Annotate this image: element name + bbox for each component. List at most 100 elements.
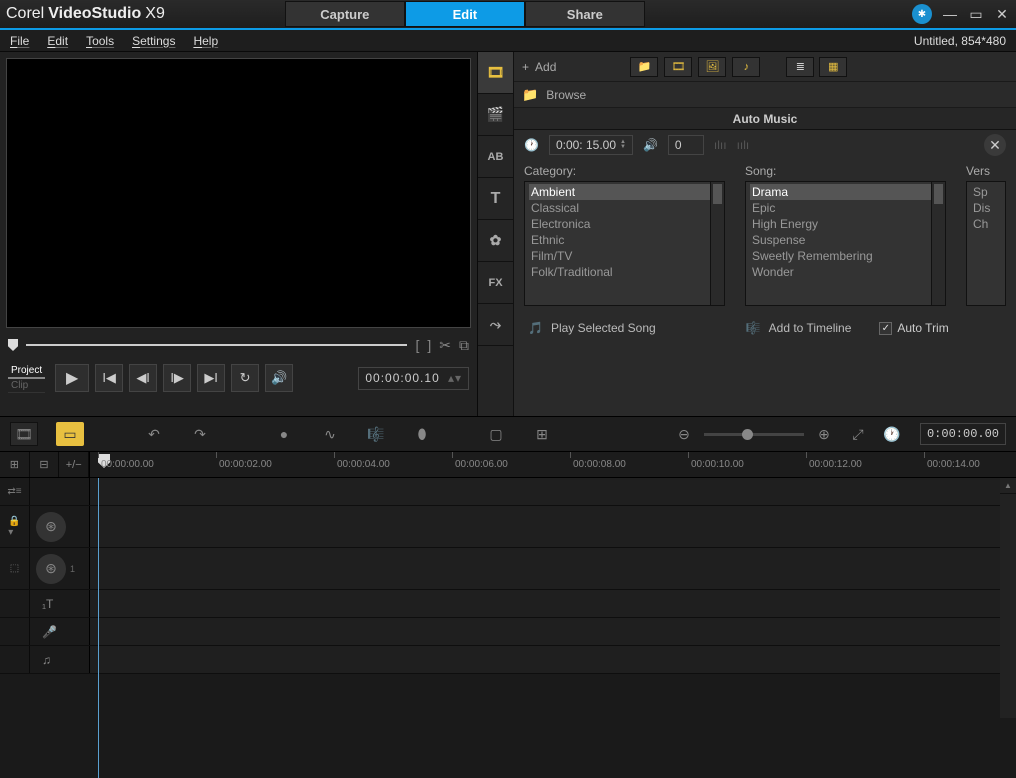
video-track-tools[interactable]: 🔒▾ xyxy=(0,506,30,547)
list-item[interactable]: Classical xyxy=(529,200,720,216)
scrollbar[interactable] xyxy=(710,182,724,305)
filter-audio-icon[interactable]: ♪ xyxy=(732,57,760,77)
list-item[interactable]: High Energy xyxy=(750,216,941,232)
next-frame-button[interactable]: I▶ xyxy=(163,364,191,392)
timeline-view-icon[interactable]: ▭ xyxy=(56,422,84,446)
view-list-icon[interactable]: ≣ xyxy=(786,57,814,77)
toggle-all-tracks-icon[interactable]: ⊞ xyxy=(0,452,30,477)
tracks-scrollbar[interactable]: ▲ xyxy=(1000,478,1016,718)
duration-field[interactable]: 0:00: 15.00▲▼ xyxy=(549,135,633,155)
cut-icon[interactable]: ✂ xyxy=(439,337,451,354)
video-track-icon[interactable]: ⊛ xyxy=(36,512,66,542)
list-item[interactable]: Dis xyxy=(971,200,1001,216)
scroll-up-icon[interactable]: ▲ xyxy=(1000,478,1016,494)
list-item[interactable]: Ch xyxy=(971,216,1001,232)
tab-title-icon[interactable]: T xyxy=(478,178,513,220)
fit-project-icon[interactable]: ⤢ xyxy=(844,422,872,446)
end-button[interactable]: ▶I xyxy=(197,364,225,392)
tab-capture[interactable]: Capture xyxy=(285,1,405,27)
title-track[interactable] xyxy=(90,590,1016,617)
list-item[interactable]: Sp xyxy=(971,184,1001,200)
list-item[interactable]: Sweetly Remembering xyxy=(750,248,941,264)
marker-track[interactable] xyxy=(90,478,1016,505)
add-button[interactable]: +Add xyxy=(522,60,556,74)
tab-media-icon[interactable]: 🎞 xyxy=(478,52,513,94)
menu-settings[interactable]: Settings xyxy=(132,34,175,48)
menu-tools[interactable]: Tools xyxy=(86,34,114,48)
folder-icon[interactable]: 📁 xyxy=(630,57,658,77)
folder-tab-icon[interactable]: 📁 xyxy=(522,87,538,103)
multicam-icon[interactable]: ⊞ xyxy=(528,422,556,446)
record-icon[interactable]: ● xyxy=(270,422,298,446)
close-panel-icon[interactable]: ✕ xyxy=(984,134,1006,156)
menu-file[interactable]: File xyxy=(10,34,29,48)
scrub-marker-icon[interactable] xyxy=(8,339,18,351)
repeat-button[interactable]: ↻ xyxy=(231,364,259,392)
filter-photo-icon[interactable]: 🖼 xyxy=(698,57,726,77)
view-grid-icon[interactable]: ▦ xyxy=(819,57,847,77)
timeline-timecode[interactable]: 0:00:00.00 xyxy=(920,423,1006,445)
list-item[interactable]: Suspense xyxy=(750,232,941,248)
list-item[interactable]: Drama xyxy=(750,184,941,200)
title-track-icon[interactable]: ₁T xyxy=(42,597,53,611)
tab-filter-icon[interactable]: FX xyxy=(478,262,513,304)
voice-track[interactable] xyxy=(90,618,1016,645)
overlay-track[interactable] xyxy=(90,548,1016,589)
maximize-button[interactable]: ▭ xyxy=(968,6,984,22)
list-item[interactable]: Ambient xyxy=(529,184,720,200)
tab-path-icon[interactable]: ⤳ xyxy=(478,304,513,346)
list-item[interactable]: Film/TV xyxy=(529,248,720,264)
volume-field[interactable]: 0 xyxy=(668,135,704,155)
redo-icon[interactable]: ↷ xyxy=(186,422,214,446)
fade-out-icon[interactable]: ıılı xyxy=(737,138,750,152)
video-track[interactable] xyxy=(90,506,1016,547)
filter-video-icon[interactable]: 🎞 xyxy=(664,57,692,77)
sound-mixer-icon[interactable]: ∿ xyxy=(316,422,344,446)
zoom-slider[interactable] xyxy=(704,433,804,436)
undo-icon[interactable]: ↶ xyxy=(140,422,168,446)
zoom-in-icon[interactable]: ⊕ xyxy=(810,422,838,446)
category-list[interactable]: AmbientClassicalElectronicaEthnicFilm/TV… xyxy=(524,181,725,306)
play-selected-button[interactable]: 🎵Play Selected Song xyxy=(528,321,656,335)
enlarge-icon[interactable]: ⧉ xyxy=(459,337,469,354)
track-manager-icon[interactable]: ⊟ xyxy=(30,452,60,477)
overlay-track-tools[interactable]: ⬚ xyxy=(0,548,30,589)
project-duration-icon[interactable]: 🕐 xyxy=(878,422,906,446)
volume-button[interactable]: 🔊 xyxy=(265,364,293,392)
playback-mode[interactable]: Project Clip xyxy=(8,364,45,393)
auto-music-icon[interactable]: 🎼 xyxy=(362,422,390,446)
voice-track-icon[interactable]: 🎤 xyxy=(42,625,57,639)
mark-out-icon[interactable]: ] xyxy=(427,337,431,354)
preview-timecode[interactable]: 00:00:00.10 ▴▾ xyxy=(358,367,469,390)
playhead-line[interactable] xyxy=(98,478,99,778)
storyboard-view-icon[interactable]: 🎞 xyxy=(10,422,38,446)
play-button[interactable]: ▶ xyxy=(55,364,89,392)
list-item[interactable]: Epic xyxy=(750,200,941,216)
list-item[interactable]: Electronica xyxy=(529,216,720,232)
tab-graphic-icon[interactable]: ✿ xyxy=(478,220,513,262)
preview-viewport[interactable] xyxy=(6,58,471,328)
auto-trim-checkbox[interactable]: ✓Auto Trim xyxy=(879,321,948,335)
browse-button[interactable]: Browse xyxy=(546,88,586,102)
zoom-out-icon[interactable]: ⊖ xyxy=(670,422,698,446)
add-remove-chapter-icon[interactable]: +/− xyxy=(59,452,89,477)
minimize-button[interactable]: — xyxy=(942,6,958,22)
menu-help[interactable]: Help xyxy=(193,34,218,48)
welcome-icon[interactable]: ✱ xyxy=(912,4,932,24)
add-to-timeline-button[interactable]: 🎼Add to Timeline xyxy=(746,321,852,335)
tab-transition-icon[interactable]: AB xyxy=(478,136,513,178)
menu-edit[interactable]: Edit xyxy=(47,34,68,48)
music-track-icon[interactable]: ♫ xyxy=(42,653,51,667)
fade-in-icon[interactable]: ılıı xyxy=(714,138,727,152)
tab-edit[interactable]: Edit xyxy=(405,1,525,27)
subtitle-icon[interactable]: ▢ xyxy=(482,422,510,446)
list-item[interactable]: Ethnic xyxy=(529,232,720,248)
list-item[interactable]: Wonder xyxy=(750,264,941,280)
home-button[interactable]: I◀ xyxy=(95,364,123,392)
list-item[interactable]: Folk/Traditional xyxy=(529,264,720,280)
tab-instant-project-icon[interactable]: 🎬 xyxy=(478,94,513,136)
song-list[interactable]: DramaEpicHigh EnergySuspenseSweetly Reme… xyxy=(745,181,946,306)
mark-in-icon[interactable]: [ xyxy=(415,337,419,354)
close-button[interactable]: ✕ xyxy=(994,6,1010,22)
scrub-bar[interactable] xyxy=(26,344,407,346)
